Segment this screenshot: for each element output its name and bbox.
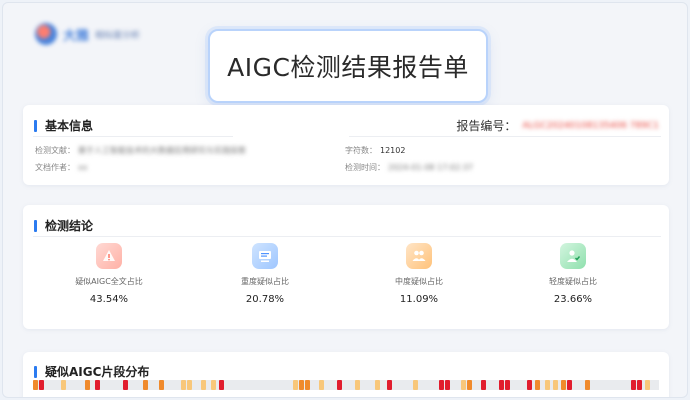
fragment-segment bbox=[467, 380, 472, 390]
logo-subtext: 相似度分析 bbox=[95, 30, 141, 41]
fragment-segment bbox=[299, 380, 304, 390]
stat-label: 重度疑似占比 bbox=[241, 277, 289, 286]
fragment-segment bbox=[527, 380, 532, 390]
stat-value: 43.54% bbox=[89, 294, 129, 305]
stat-label: 中度疑似占比 bbox=[395, 277, 443, 286]
brand-logo: 大雅 相似度分析 bbox=[35, 21, 145, 47]
author-value: xx bbox=[78, 163, 88, 172]
stat-total: 疑似AIGC全文占比 43.54% bbox=[49, 243, 169, 305]
fragment-segment bbox=[481, 380, 486, 390]
people-icon bbox=[406, 243, 432, 269]
fragment-segment bbox=[143, 380, 148, 390]
fragment-segment bbox=[553, 380, 558, 390]
section-title: 检测结论 bbox=[45, 219, 94, 233]
fragment-distribution-bar bbox=[33, 380, 659, 390]
fragment-segment bbox=[545, 380, 550, 390]
fragment-segment bbox=[33, 380, 38, 390]
doc-label: 检测文献： bbox=[35, 146, 75, 155]
char-count-label: 字符数： bbox=[345, 146, 377, 155]
fragment-segment bbox=[219, 380, 224, 390]
check-time-row: 检测时间： 2024-01-08 17:02:37 bbox=[345, 162, 473, 173]
fragment-segment bbox=[461, 380, 466, 390]
stat-value: 23.66% bbox=[553, 294, 593, 305]
fragment-segment bbox=[211, 380, 216, 390]
fragment-segment bbox=[645, 380, 650, 390]
doc-row: 检测文献： 基于人工智能技术的大数据应用研究与实践探索 bbox=[35, 145, 246, 156]
section-title: 疑似AIGC片段分布 bbox=[45, 365, 150, 379]
check-time-label: 检测时间： bbox=[345, 163, 385, 172]
logo-mark-icon bbox=[35, 23, 57, 45]
fragment-segment bbox=[585, 380, 590, 390]
divider bbox=[33, 136, 233, 137]
check-time-value: 2024-01-08 17:02:37 bbox=[388, 163, 473, 172]
author-row: 文档作者： xx bbox=[35, 162, 87, 173]
monitor-icon bbox=[252, 243, 278, 269]
fragment-segment bbox=[187, 380, 192, 390]
doc-value: 基于人工智能技术的大数据应用研究与实践探索 bbox=[78, 146, 246, 155]
char-count-row: 字符数： 12102 bbox=[345, 145, 405, 156]
stat-value: 11.09% bbox=[399, 294, 439, 305]
fragment-segment bbox=[95, 380, 100, 390]
document-warning-icon bbox=[96, 243, 122, 269]
stat-value: 20.78% bbox=[245, 294, 285, 305]
fragment-segment bbox=[181, 380, 186, 390]
fragment-segment bbox=[61, 380, 66, 390]
stat-label: 轻度疑似占比 bbox=[549, 277, 597, 286]
section-title: 基本信息 bbox=[45, 119, 94, 133]
fragment-segment bbox=[39, 380, 44, 390]
section-accent-bar bbox=[34, 219, 37, 232]
stat-light: 轻度疑似占比 23.66% bbox=[513, 243, 633, 305]
divider bbox=[33, 236, 661, 237]
fragment-segment bbox=[159, 380, 164, 390]
fragment-segment bbox=[305, 380, 310, 390]
report-number-label: 报告编号： bbox=[456, 119, 517, 133]
fragment-segment bbox=[293, 380, 298, 390]
basic-info-card: 基本信息 报告编号： ALGC20240108135406 789C1 检测文献… bbox=[23, 105, 669, 185]
stat-moderate: 中度疑似占比 11.09% bbox=[359, 243, 479, 305]
fragment-segment bbox=[499, 380, 504, 390]
conclusion-card: 检测结论 疑似AIGC全文占比 43.54% 重度疑似占比 20.78% 中度疑… bbox=[23, 205, 669, 329]
distribution-header: 疑似AIGC片段分布 bbox=[34, 363, 149, 380]
section-accent-bar bbox=[34, 365, 37, 378]
fragment-segment bbox=[561, 380, 566, 390]
fragment-segment bbox=[319, 380, 324, 390]
fragment-segment bbox=[201, 380, 206, 390]
stat-label: 疑似AIGC全文占比 bbox=[75, 277, 143, 286]
fragment-segment bbox=[337, 380, 342, 390]
basic-info-header: 基本信息 bbox=[34, 117, 93, 134]
fragment-segment bbox=[505, 380, 510, 390]
report-number: 报告编号： ALGC20240108135406 789C1 bbox=[456, 117, 659, 134]
fragment-segment bbox=[355, 380, 360, 390]
section-accent-bar bbox=[34, 119, 37, 132]
fragment-segment bbox=[375, 380, 380, 390]
report-number-value: ALGC20240108135406 789C1 bbox=[522, 120, 659, 131]
report-page: 大雅 相似度分析 AIGC检测结果报告单 基本信息 报告编号： ALGC2024… bbox=[2, 2, 688, 398]
divider bbox=[349, 136, 661, 137]
fragment-segment bbox=[413, 380, 418, 390]
page-title: AIGC检测结果报告单 bbox=[227, 53, 469, 82]
stat-severe: 重度疑似占比 20.78% bbox=[205, 243, 325, 305]
fragment-segment bbox=[631, 380, 636, 390]
fragment-segment bbox=[567, 380, 572, 390]
char-count-value: 12102 bbox=[380, 146, 406, 155]
fragment-segment bbox=[85, 380, 90, 390]
distribution-card: 疑似AIGC片段分布 bbox=[23, 352, 669, 397]
fragment-segment bbox=[123, 380, 128, 390]
conclusion-header: 检测结论 bbox=[34, 217, 93, 234]
logo-text: 大雅 bbox=[63, 28, 90, 44]
author-label: 文档作者： bbox=[35, 163, 75, 172]
fragment-segment bbox=[535, 380, 540, 390]
fragment-segment bbox=[439, 380, 444, 390]
fragment-segment bbox=[445, 380, 450, 390]
report-title-box: AIGC检测结果报告单 bbox=[208, 29, 488, 103]
fragment-segment bbox=[637, 380, 642, 390]
fragment-segment bbox=[387, 380, 392, 390]
user-check-icon bbox=[560, 243, 586, 269]
